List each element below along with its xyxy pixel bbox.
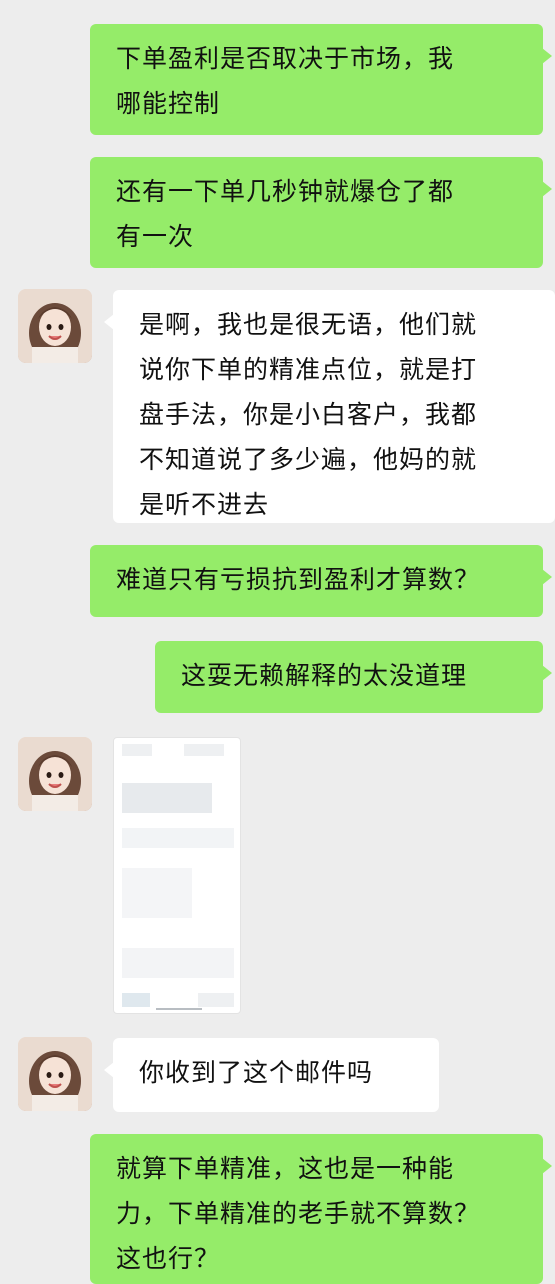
outgoing-message-bubble[interactable]: 下单盈利是否取决于市场，我 哪能控制 [90,24,552,135]
avatar-photo-icon [18,1037,92,1111]
outgoing-message-bubble[interactable]: 这耍无赖解释的太没道理 [155,641,552,713]
outgoing-message-bubble[interactable]: 还有一下单几秒钟就爆仓了都 有一次 [90,157,552,268]
contact-avatar[interactable] [18,1037,92,1111]
contact-avatar[interactable] [18,737,92,811]
avatar-photo-icon [18,737,92,811]
outgoing-message-bubble[interactable]: 难道只有亏损抗到盈利才算数？ [90,545,552,617]
image-message-thumbnail[interactable] [113,737,241,1014]
incoming-message-bubble[interactable]: 你收到了这个邮件吗 [104,1038,439,1112]
outgoing-message-bubble[interactable]: 就算下单精准，这也是一种能 力，下单精准的老手就不算数？ 这也行？ [90,1134,552,1284]
contact-avatar[interactable] [18,289,92,363]
incoming-message-bubble[interactable]: 是啊，我也是很无语，他们就 说你下单的精准点位，就是打 盘手法，你是小白客户，我… [104,290,555,523]
avatar-photo-icon [18,289,92,363]
